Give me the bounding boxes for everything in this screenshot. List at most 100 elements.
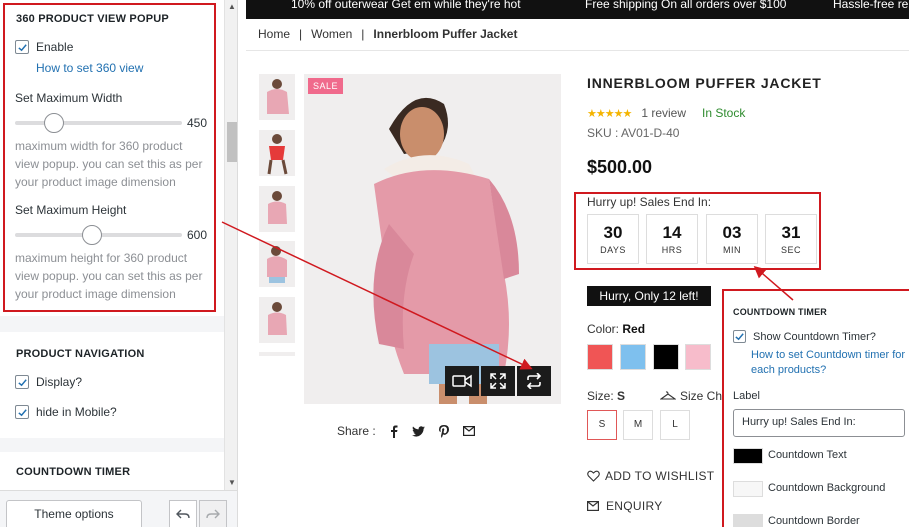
breadcrumb-separator: | (299, 27, 303, 41)
countdown-bg-color-label: Countdown Background (768, 482, 886, 494)
countdown-settings-title: COUNTDOWN TIMER (733, 307, 827, 317)
theme-options-button[interactable]: Theme options (6, 500, 142, 527)
announcement-text: Free shipping On all orders over $100 (585, 0, 787, 11)
product-sku: SKU : AV01-D-40 (587, 126, 680, 140)
low-stock-bar: Hurry, Only 12 left! (587, 286, 711, 306)
image-toolbar (443, 366, 551, 396)
countdown-sidebar-panel: COUNTDOWN TIMER (0, 452, 224, 492)
rotate-360-icon (526, 373, 542, 389)
sale-badge: SALE (308, 78, 344, 94)
checkmark-icon (17, 408, 27, 416)
announcement-bar: 10% off outerwear Get em while they're h… (246, 0, 909, 19)
checkmark-icon (17, 378, 27, 386)
color-label-text: Color: (587, 322, 620, 336)
size-option-s[interactable]: S (587, 410, 617, 440)
rating-row: ★★★★★ 1 review In Stock (587, 106, 745, 120)
wishlist-label: ADD TO WISHLIST (605, 469, 715, 483)
stock-status: In Stock (702, 106, 746, 120)
product-price: $500.00 (587, 157, 653, 177)
undo-button[interactable] (169, 500, 197, 527)
product-photo (304, 74, 561, 404)
review-count-link[interactable]: 1 review (641, 106, 686, 120)
product-nav-title: PRODUCT NAVIGATION (16, 348, 145, 360)
undo-icon (176, 509, 190, 519)
size-value: S (617, 389, 626, 403)
countdown-text-color-swatch[interactable] (733, 448, 763, 464)
expand-icon (490, 373, 506, 389)
product-nav-panel: PRODUCT NAVIGATION Display? hide in Mobi… (0, 332, 224, 438)
product-thumbnail[interactable] (259, 352, 295, 356)
thumbnail-image (267, 134, 288, 175)
product-thumbnail[interactable] (259, 297, 295, 343)
redo-icon (206, 509, 220, 519)
breadcrumb-women[interactable]: Women (311, 27, 352, 41)
view-360-button[interactable] (517, 366, 551, 396)
scrollbar-thumb[interactable] (227, 122, 237, 162)
product-title: INNERBLOOM PUFFER JACKET (587, 75, 822, 91)
share-bar: Share : (337, 424, 475, 438)
color-swatch-black[interactable] (653, 344, 679, 370)
color-value: Red (622, 322, 646, 336)
product-thumbnail[interactable] (259, 74, 295, 120)
color-label: Color: Red (587, 322, 645, 336)
scroll-up-icon[interactable]: ▲ (227, 2, 237, 12)
breadcrumb-home[interactable]: Home (258, 27, 290, 41)
video-camera-icon (452, 374, 472, 388)
popup-360-highlight (3, 3, 216, 312)
video-button[interactable] (445, 366, 479, 396)
display-checkbox[interactable] (15, 375, 29, 389)
size-label: Size: S (587, 389, 625, 403)
countdown-bg-color-swatch[interactable] (733, 481, 763, 497)
enquiry-button[interactable]: ENQUIRY (587, 499, 663, 513)
show-countdown-label: Show Countdown Timer? (753, 330, 876, 343)
product-main-image[interactable]: SALE (304, 74, 561, 404)
countdown-text-color-label: Countdown Text (768, 449, 847, 461)
show-countdown-checkbox[interactable] (733, 330, 746, 343)
product-thumbnail[interactable] (259, 186, 295, 232)
thumbnail-image (268, 191, 287, 224)
countdown-highlight (574, 192, 821, 270)
redo-button[interactable] (199, 500, 227, 527)
facebook-icon[interactable] (390, 425, 398, 438)
add-to-wishlist-button[interactable]: ADD TO WISHLIST (587, 469, 714, 483)
hide-mobile-checkbox[interactable] (15, 405, 29, 419)
checkmark-icon (735, 333, 744, 341)
hide-mobile-checkbox-row[interactable]: hide in Mobile? (15, 405, 117, 419)
countdown-label-input[interactable]: Hurry up! Sales End In: (733, 409, 905, 437)
hide-mobile-label: hide in Mobile? (36, 405, 117, 419)
heart-icon (587, 470, 600, 482)
rating-stars-icon: ★★★★★ (587, 107, 632, 120)
thumbnail-image (268, 302, 287, 335)
display-checkbox-row[interactable]: Display? (15, 375, 82, 389)
email-icon[interactable] (462, 426, 475, 436)
hanger-icon (660, 391, 676, 400)
fullscreen-button[interactable] (481, 366, 515, 396)
countdown-border-color-swatch[interactable] (733, 514, 763, 527)
breadcrumb-separator: | (361, 27, 365, 41)
display-label: Display? (36, 375, 83, 389)
color-swatch-red[interactable] (587, 344, 613, 370)
size-option-m[interactable]: M (623, 410, 653, 440)
color-swatch-pink[interactable] (685, 344, 711, 370)
pinterest-icon[interactable] (438, 424, 449, 438)
sidebar-scrollbar[interactable]: ▲ ▼ (224, 0, 237, 490)
enquiry-label: ENQUIRY (606, 499, 663, 513)
size-option-l[interactable]: L (660, 410, 690, 440)
product-thumbnail[interactable] (259, 130, 295, 176)
breadcrumb: Home | Women | Innerbloom Puffer Jacket (258, 27, 517, 41)
how-to-countdown-link[interactable]: How to set Countdown timer for each prod… (751, 348, 906, 378)
show-countdown-row[interactable]: Show Countdown Timer? (733, 330, 876, 343)
scroll-down-icon[interactable]: ▼ (227, 478, 237, 488)
breadcrumb-current: Innerbloom Puffer Jacket (373, 27, 518, 41)
sidebar-footer: Theme options (0, 490, 237, 527)
countdown-settings-panel: COUNTDOWN TIMER Show Countdown Timer? Ho… (722, 289, 909, 527)
thumbnail-image (267, 79, 289, 114)
countdown-border-color-label: Countdown Border (768, 515, 860, 527)
countdown-sidebar-title: COUNTDOWN TIMER (16, 466, 131, 478)
customizer-screen: 360 PRODUCT VIEW POPUP Enable How to set… (0, 0, 909, 527)
product-thumbnail[interactable] (259, 241, 295, 287)
envelope-icon (587, 501, 599, 511)
color-swatch-blue[interactable] (620, 344, 646, 370)
thumbnail-image (267, 246, 287, 283)
twitter-icon[interactable] (411, 425, 425, 437)
